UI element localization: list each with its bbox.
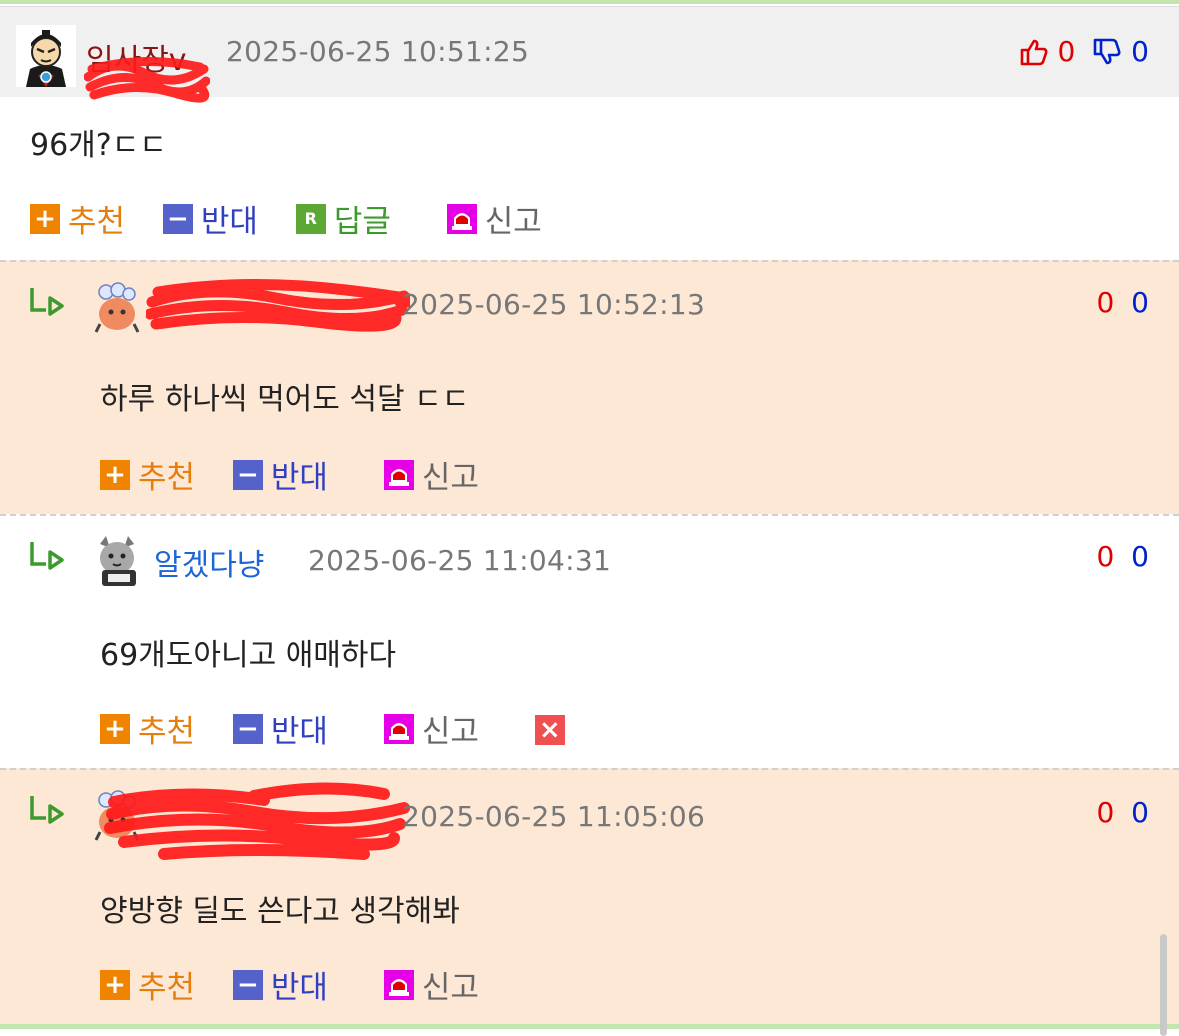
up-count: 0 [1096,286,1115,319]
redaction-scribble [104,782,410,860]
oppose-button[interactable]: − 반대 [232,962,328,1007]
vote-counts: 0 0 [1096,796,1149,829]
comment-actions: + 추천 − 반대 신고 [100,452,507,497]
reply-arrow-icon [30,796,64,824]
vote-counts: 0 0 [1096,540,1149,573]
comment-actions: + 추천 − 반대 R 답글 신고 [30,196,570,241]
recommend-button[interactable]: + 추천 [100,962,195,1007]
minus-icon: − [232,459,263,490]
down-count: 0 [1131,540,1149,573]
avatar[interactable] [92,280,142,334]
minus-icon: − [232,969,263,1000]
avatar[interactable] [16,25,76,87]
close-icon: × [534,715,565,745]
comment-timestamp: 2025-06-25 11:04:31 [308,544,612,577]
redaction-scribble [84,56,210,103]
top-border [0,0,1179,4]
plus-icon: + [100,459,130,490]
plus-icon: + [100,969,130,1000]
siren-icon [383,969,414,1000]
report-button[interactable]: 신고 [446,196,542,241]
comment-actions: + 추천 − 반대 신고 [100,962,507,1007]
up-count: 0 [1057,35,1076,68]
up-count: 0 [1096,540,1115,573]
oppose-button[interactable]: − 반대 [162,196,258,241]
reply-arrow-icon [30,542,64,570]
comment-timestamp: 2025-06-25 10:51:25 [226,35,530,68]
comment-body: 96개?ㄷㄷ [30,128,167,163]
thumbs-down-icon[interactable] [1092,37,1122,67]
reply-r-icon: R [295,203,326,234]
up-count: 0 [1096,796,1115,829]
comment-body: 하루 하나씩 먹어도 석달 ㄷㄷ [100,382,470,417]
reply-item: 2025-06-25 10:52:13 0 0 하루 하나씩 먹어도 석달 ㄷㄷ… [0,260,1179,516]
down-count: 0 [1131,286,1149,319]
reply-item: 알겠다냥 2025-06-25 11:04:31 0 0 69개도아니고 애매하… [0,514,1179,770]
reply-item: 2025-06-25 11:05:06 0 0 양방향 딜도 쓴다고 생각해봐 … [0,768,1179,1026]
bottom-border [0,1024,1179,1029]
report-button[interactable]: 신고 [383,452,479,497]
report-button[interactable]: 신고 [383,962,479,1007]
report-button[interactable]: 신고 [383,706,479,751]
scrollbar[interactable] [1160,934,1167,1036]
recommend-button[interactable]: + 추천 [100,452,195,497]
plus-icon: + [30,203,60,234]
comment-timestamp: 2025-06-25 11:05:06 [402,800,706,833]
avatar[interactable] [92,534,142,588]
minus-icon: − [232,713,263,744]
comment-body: 양방향 딜도 쓴다고 생각해봐 [100,894,460,929]
comment-actions: + 추천 − 반대 신고 × [100,706,593,751]
main-comment-header: 임사장v 2025-06-25 10:51:25 0 0 [0,6,1179,103]
plus-icon: + [100,713,130,744]
oppose-button[interactable]: − 반대 [232,452,328,497]
oppose-button[interactable]: − 반대 [232,706,328,751]
reply-arrow-icon [30,288,64,316]
down-count: 0 [1131,35,1149,68]
thumbs-up-icon[interactable] [1019,37,1049,67]
siren-icon [446,203,477,234]
vote-counts: 0 0 [1096,286,1149,319]
down-count: 0 [1131,796,1149,829]
minus-icon: − [162,203,193,234]
comment-timestamp: 2025-06-25 10:52:13 [402,288,706,321]
author-nickname[interactable]: 알겠다냥 [154,540,264,584]
siren-icon [383,459,414,490]
reply-button[interactable]: R 답글 [295,196,391,241]
recommend-button[interactable]: + 추천 [30,196,125,241]
vote-counts: 0 0 [1019,35,1149,68]
siren-icon [383,713,414,744]
redaction-scribble [146,278,410,332]
delete-button[interactable]: × [534,711,565,747]
comment-body: 69개도아니고 애매하다 [100,638,397,673]
recommend-button[interactable]: + 추천 [100,706,195,751]
